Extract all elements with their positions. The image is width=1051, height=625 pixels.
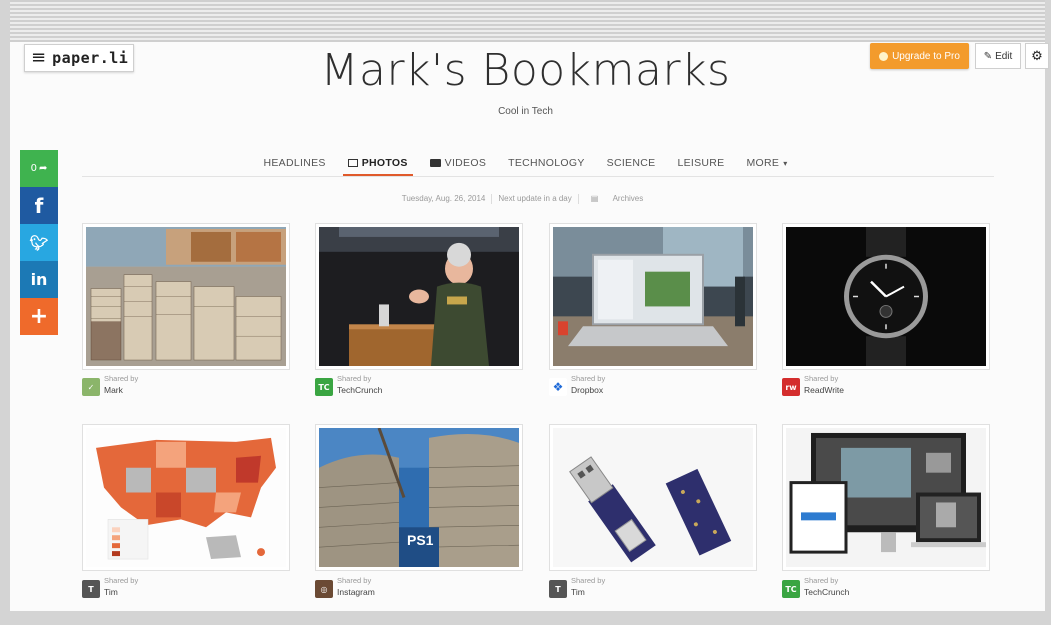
card-image[interactable] [86, 428, 286, 567]
tab-technology[interactable]: TECHNOLOGY [497, 151, 596, 175]
settings-button[interactable]: ⚙ [1025, 43, 1049, 69]
archives-link[interactable]: ▤ Archives [579, 194, 655, 203]
frame-top [0, 0, 1051, 42]
shared-by: ❖ Shared by Dropbox [549, 374, 749, 400]
tab-label: SCIENCE [606, 157, 656, 169]
next-update: Next update in a day [498, 194, 572, 204]
card-image[interactable] [319, 227, 519, 366]
archive-icon: ▤ [590, 194, 599, 204]
tab-leisure[interactable]: LEISURE [666, 151, 735, 175]
shared-by: TC Shared by TechCrunch [315, 374, 515, 400]
source-name[interactable]: TechCrunch [804, 587, 849, 597]
archives-label: Archives [612, 194, 644, 204]
tab-label: VIDEOS [444, 157, 487, 169]
shared-by: T Shared by Tim [82, 576, 282, 602]
photo-card[interactable] [549, 424, 757, 571]
edit-button[interactable]: ✎ Edit [975, 43, 1021, 69]
pencil-icon: ✎ [983, 50, 993, 62]
frame-bottom [0, 611, 1051, 625]
edit-label: Edit [995, 50, 1013, 62]
tim-avatar-icon: T [82, 580, 100, 598]
linkedin-icon: in [30, 270, 48, 289]
card-image[interactable] [786, 428, 986, 567]
source-name[interactable]: Instagram [337, 587, 375, 597]
section-nav: HEADLINES PHOTOS VIDEOS TECHNOLOGY SCIEN… [0, 151, 1051, 177]
dropbox-icon: ❖ [549, 378, 567, 396]
edition-date: Tuesday, Aug. 26, 2014 [401, 194, 486, 204]
gear-icon: ⚙ [1031, 48, 1043, 64]
shared-by: ✓ Shared by Mark [82, 374, 282, 400]
source-name[interactable]: TechCrunch [337, 385, 382, 395]
twitter-button[interactable]: 🐦︎ [20, 224, 58, 261]
tab-science[interactable]: SCIENCE [596, 151, 667, 175]
photo-card[interactable]: PS1 [315, 424, 523, 571]
shared-by: rw Shared by ReadWrite [782, 374, 982, 400]
shared-by: ◎ Shared by Instagram [315, 576, 515, 602]
shared-by-label: Shared by [104, 576, 139, 585]
tab-label: LEISURE [677, 157, 725, 169]
tab-label: MORE [746, 157, 780, 169]
tab-videos[interactable]: VIDEOS [419, 151, 497, 175]
nav-divider [82, 176, 994, 177]
techcrunch-icon: TC [782, 580, 800, 598]
plus-icon: + [29, 304, 49, 329]
source-name[interactable]: Dropbox [571, 385, 603, 395]
source-name[interactable]: Tim [571, 587, 585, 597]
shared-by-label: Shared by [571, 576, 606, 585]
twitter-icon: 🐦︎ [29, 233, 49, 252]
tab-headlines[interactable]: HEADLINES [252, 151, 336, 175]
shared-by-label: Shared by [804, 374, 839, 383]
card-image[interactable] [786, 227, 986, 366]
card-image[interactable]: PS1 [319, 428, 519, 567]
social-share-bar: 0 ➦ f 🐦︎ in + [20, 150, 58, 335]
instagram-icon: ◎ [315, 580, 333, 598]
linkedin-button[interactable]: in [20, 261, 58, 298]
techcrunch-icon: TC [315, 378, 333, 396]
upgrade-label: Upgrade to Pro [892, 50, 960, 62]
shared-by-label: Shared by [337, 576, 372, 585]
mark-avatar-icon: ✓ [82, 378, 100, 396]
photo-card[interactable] [549, 223, 757, 370]
photo-icon [347, 159, 358, 167]
tab-label: PHOTOS [361, 157, 408, 169]
shared-by: TC Shared by TechCrunch [782, 576, 982, 602]
source-name[interactable]: Mark [104, 385, 123, 395]
page-subtitle: Cool in Tech [498, 106, 553, 117]
upgrade-to-pro-button[interactable]: Upgrade to Pro [870, 43, 969, 69]
tab-label: TECHNOLOGY [508, 157, 585, 169]
photo-card[interactable] [315, 223, 523, 370]
shared-by-label: Shared by [337, 374, 372, 383]
pro-dot-icon [879, 51, 889, 61]
shared-by-label: Shared by [104, 374, 139, 383]
facebook-button[interactable]: f [20, 187, 58, 224]
svg-text:PS1: PS1 [407, 532, 434, 548]
more-share-button[interactable]: + [20, 298, 58, 335]
shared-by-label: Shared by [804, 576, 839, 585]
card-image[interactable] [553, 428, 753, 567]
shared-by-label: Shared by [571, 374, 606, 383]
source-name[interactable]: ReadWrite [804, 385, 844, 395]
video-icon [429, 159, 441, 167]
card-image[interactable] [553, 227, 753, 366]
photo-card[interactable] [82, 424, 290, 571]
photo-card[interactable] [82, 223, 290, 370]
photo-card[interactable] [782, 223, 990, 370]
tab-label: HEADLINES [263, 157, 326, 169]
tim-avatar-icon: T [549, 580, 567, 598]
caret-down-icon: ▾ [783, 158, 788, 168]
readwrite-icon: rw [782, 378, 800, 396]
source-name[interactable]: Tim [104, 587, 118, 597]
tab-more[interactable]: MORE ▾ [735, 151, 798, 175]
shared-by: T Shared by Tim [549, 576, 749, 602]
edition-info: Tuesday, Aug. 26, 2014 Next update in a d… [0, 194, 1051, 204]
card-image[interactable] [86, 227, 286, 366]
photo-card[interactable] [782, 424, 990, 571]
tab-photos[interactable]: PHOTOS [337, 151, 419, 177]
